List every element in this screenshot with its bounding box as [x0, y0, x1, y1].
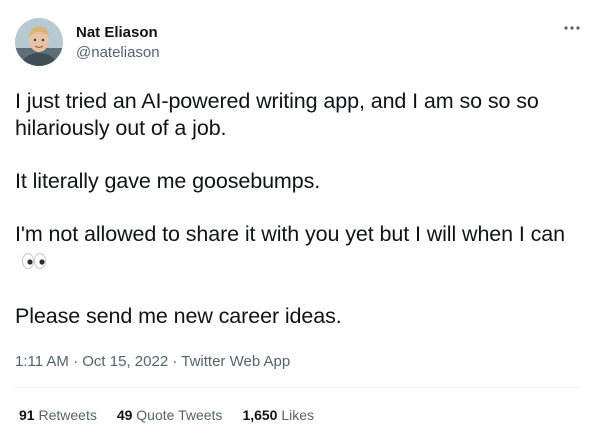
quote-tweets-count: 49	[116, 407, 133, 423]
tweet-text: I just tried an AI-powered writing app, …	[15, 88, 581, 330]
tweet-paragraph: I'm not allowed to share it with you yet…	[15, 222, 566, 246]
retweets-count: 91	[19, 407, 35, 423]
retweets-label: Retweets	[38, 407, 97, 423]
meta-separator: ·	[172, 353, 178, 370]
likes-stat[interactable]: 1,650 Likes	[242, 407, 314, 424]
tweet-paragraph: It literally gave me goosebumps.	[15, 169, 321, 193]
more-options-button[interactable]	[562, 20, 582, 36]
quote-tweets-stat[interactable]: 49 Quote Tweets	[117, 407, 223, 424]
avatar[interactable]	[15, 18, 63, 66]
likes-label: Likes	[281, 407, 315, 423]
tweet-date[interactable]: Oct 15, 2022	[82, 353, 168, 370]
likes-count: 1,650	[242, 407, 278, 423]
tweet-paragraph-with-emoji: I'm not allowed to share it with you yet…	[15, 221, 581, 277]
retweets-stat[interactable]: 91 Retweets	[19, 407, 97, 424]
tweet-time[interactable]: 1:11 AM	[15, 353, 69, 370]
engagement-stats: 91 Retweets 49 Quote Tweets 1,650 Likes	[19, 407, 314, 424]
ellipsis-icon	[564, 26, 580, 30]
tweet-card: Nat Eliason @nateliason I just tried an …	[0, 0, 596, 440]
tweet-source[interactable]: Twitter Web App	[181, 353, 290, 370]
divider	[15, 387, 581, 388]
tweet-meta: 1:11 AM · Oct 15, 2022 · Twitter Web App	[15, 353, 290, 371]
author-name[interactable]: Nat Eliason	[76, 24, 158, 42]
tweet-paragraph: I just tried an AI-powered writing app, …	[15, 89, 539, 140]
tweet-paragraph: Please send me new career ideas.	[15, 304, 342, 328]
quote-tweets-label: Quote Tweets	[136, 407, 223, 423]
profile-photo	[15, 18, 63, 66]
eyes-emoji-icon	[21, 250, 47, 277]
meta-separator: ·	[73, 353, 79, 370]
author-handle[interactable]: @nateliason	[76, 44, 160, 62]
